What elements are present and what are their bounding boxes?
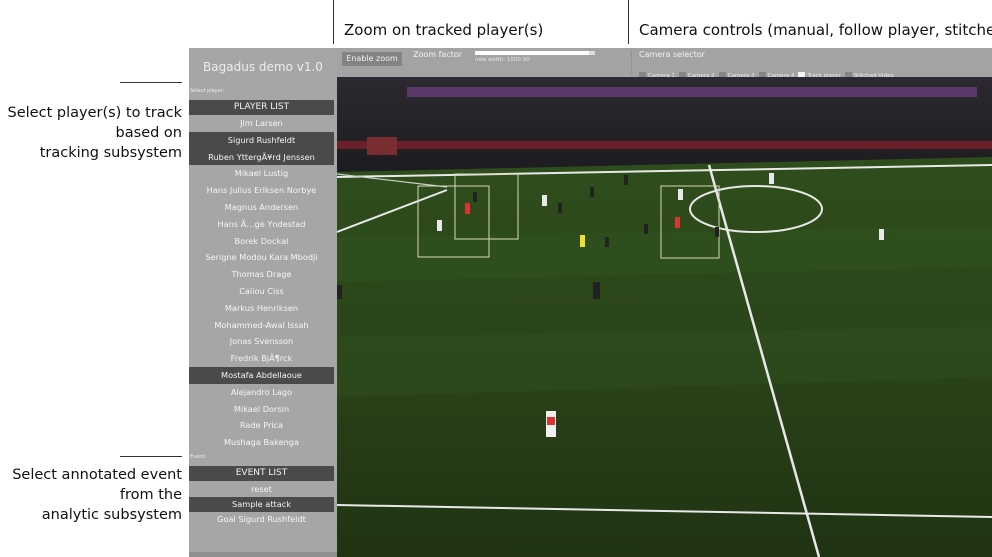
player-list-header: PLAYER LIST bbox=[189, 100, 334, 115]
callout-zoom: Zoom on tracked player(s) bbox=[333, 0, 543, 44]
app-title: Bagadus demo v1.0 bbox=[203, 60, 323, 74]
enable-zoom-button[interactable]: Enable zoom bbox=[342, 52, 402, 66]
player-list-item[interactable]: Magnus Andersen bbox=[189, 199, 334, 216]
select-player-label: Select player: bbox=[190, 88, 225, 94]
zoom-slider-fill bbox=[475, 51, 589, 55]
callout-camera-controls: Camera controls (manual, follow player, … bbox=[628, 0, 992, 44]
sidebar-footer bbox=[189, 552, 337, 557]
player-list-item[interactable]: Mostafa Abdellaoue bbox=[189, 366, 334, 384]
player-list-item[interactable]: Mohammed-Awal Issah bbox=[189, 317, 334, 334]
event-list-item[interactable]: reset bbox=[189, 482, 334, 497]
camera-selector-title: Camera selector bbox=[639, 50, 705, 59]
video-view bbox=[337, 77, 992, 557]
zoom-factor-slider[interactable] bbox=[475, 51, 595, 55]
callout-players-line3: tracking subsystem bbox=[39, 145, 182, 161]
ad-board-upper bbox=[407, 87, 977, 97]
callout-events-line3: analytic subsystem bbox=[41, 507, 182, 523]
stand-sign bbox=[367, 137, 397, 155]
event-list-item[interactable]: Sample attack bbox=[189, 497, 334, 512]
player-list-item[interactable]: Mushaga Bakenga bbox=[189, 434, 334, 451]
callout-players: Select player(s) to track based on track… bbox=[0, 103, 182, 163]
callout-line-players bbox=[120, 82, 182, 83]
player-list-item[interactable]: Hans Ã…ge Yndestad bbox=[189, 216, 334, 233]
control-divider bbox=[631, 50, 632, 74]
bagadus-app: Bagadus demo v1.0 Select player: PLAYER … bbox=[189, 48, 992, 557]
player-list-item[interactable]: Markus Henriksen bbox=[189, 300, 334, 317]
player-list-item[interactable]: Caliou Ciss bbox=[189, 283, 334, 300]
callout-events-line2: from the bbox=[119, 487, 182, 503]
player-list-item[interactable]: Sigurd Rushfeldt bbox=[189, 131, 334, 149]
event-list: reset Sample attack Goal Sigurd Rushfeldt bbox=[189, 482, 334, 527]
player-list-item[interactable]: Rade Prica bbox=[189, 417, 334, 434]
event-list-item[interactable]: Goal Sigurd Rushfeldt bbox=[189, 512, 334, 527]
event-list-header: EVENT LIST bbox=[189, 466, 334, 481]
ad-board-lower bbox=[337, 141, 992, 149]
player-list-item[interactable]: Hans Julius Eriksen Norbye bbox=[189, 182, 334, 199]
zoom-value-text: new width: 1000.00 bbox=[475, 57, 530, 63]
sidebar: Bagadus demo v1.0 Select player: PLAYER … bbox=[189, 48, 337, 557]
player-list-item[interactable]: Jim Larsen bbox=[189, 115, 334, 132]
callout-events-line1: Select annotated event bbox=[12, 467, 182, 483]
event-label: Event: bbox=[190, 454, 207, 460]
callout-events: Select annotated event from the analytic… bbox=[0, 465, 182, 525]
player-list-item[interactable]: Alejandro Lago bbox=[189, 384, 334, 401]
player-list-item[interactable]: Borek Dockal bbox=[189, 233, 334, 250]
player-list: Jim Larsen Sigurd Rushfeldt Ruben YttergÃ¥… bbox=[189, 115, 334, 451]
control-bar: Enable zoom Zoom factor new width: 1000.… bbox=[337, 48, 992, 79]
soccer-video-frame bbox=[337, 77, 992, 557]
callout-players-line1: Select player(s) to track bbox=[7, 105, 182, 121]
callout-players-line2: based on bbox=[115, 125, 182, 141]
player-list-item[interactable]: Mikael Dorsin bbox=[189, 401, 334, 418]
player-list-item[interactable]: Fredrik BjÃ¶rck bbox=[189, 350, 334, 367]
player-list-item[interactable]: Serigne Modou Kara Mbodji bbox=[189, 249, 334, 266]
player-list-item[interactable]: Thomas Drage bbox=[189, 266, 334, 283]
zoom-factor-label: Zoom factor bbox=[413, 50, 463, 59]
player-list-item[interactable]: Mikael Lustig bbox=[189, 165, 334, 182]
player-list-item[interactable]: Jonas Svensson bbox=[189, 333, 334, 350]
player-list-item[interactable]: Ruben YttergÃ¥rd Jenssen bbox=[189, 148, 334, 166]
callout-line-events bbox=[120, 456, 182, 457]
